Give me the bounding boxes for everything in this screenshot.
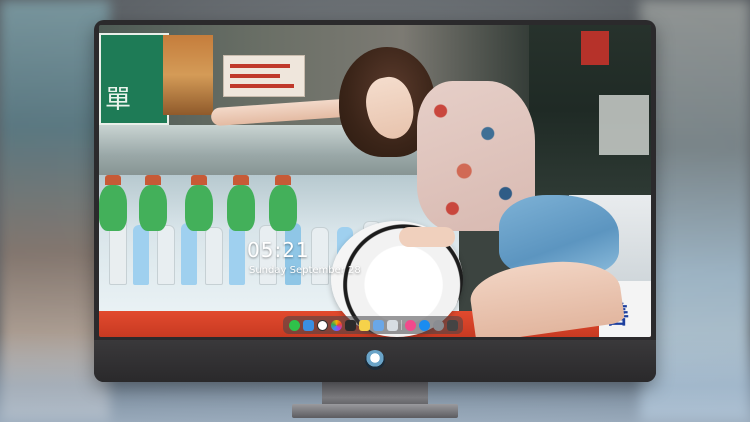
dock-separator	[400, 320, 402, 330]
screen-wallpaper[interactable]: 單 善 05:	[99, 25, 651, 337]
gear-icon[interactable]	[432, 319, 444, 331]
lockscreen-date: Sunday September 28	[249, 265, 361, 276]
app-store-icon[interactable]	[418, 319, 430, 331]
clapper-icon[interactable]	[344, 319, 356, 331]
preview-icon[interactable]	[386, 319, 398, 331]
clock-icon[interactable]	[316, 319, 328, 331]
notes-icon[interactable]	[358, 319, 370, 331]
camera-icon[interactable]	[446, 319, 458, 331]
woman-hand	[399, 227, 455, 247]
finder-icon[interactable]	[302, 319, 314, 331]
brand-logo-icon	[365, 350, 385, 370]
photos-icon[interactable]	[330, 319, 342, 331]
dock	[283, 316, 463, 334]
music-note-icon[interactable]	[404, 319, 416, 331]
wallpaper-woman	[99, 25, 651, 337]
folder-icon[interactable]	[372, 319, 384, 331]
monitor-stand-base	[292, 404, 458, 418]
lockscreen-time: 05:21	[247, 238, 310, 262]
speech-bubble-icon[interactable]	[288, 319, 300, 331]
